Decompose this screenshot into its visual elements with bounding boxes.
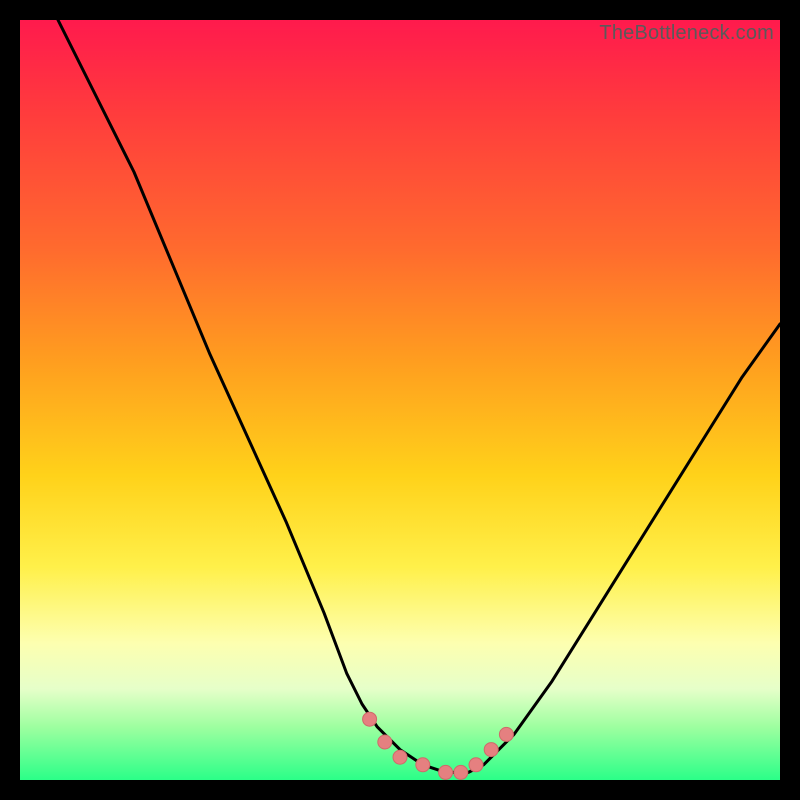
chart-frame: TheBottleneck.com [20, 20, 780, 780]
plot-gradient-background [20, 20, 780, 780]
watermark-text: TheBottleneck.com [599, 22, 774, 45]
